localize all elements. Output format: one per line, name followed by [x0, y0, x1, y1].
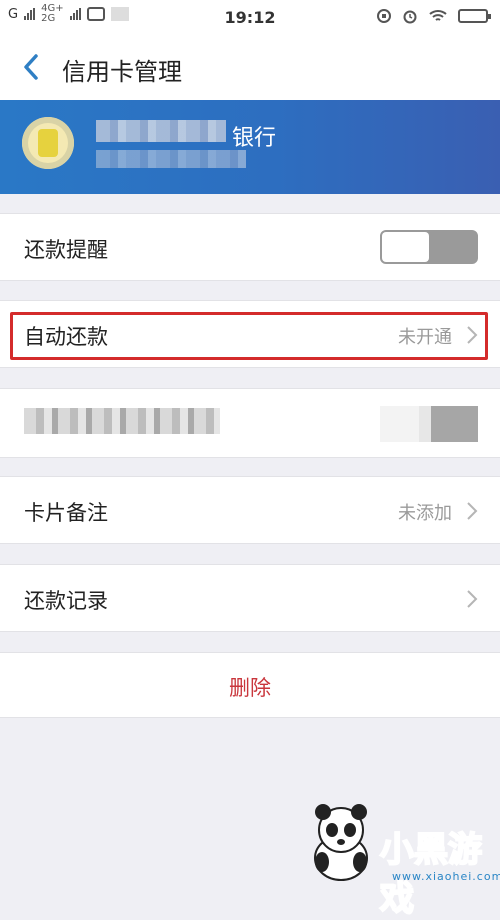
reminder-label: 还款提醒 [24, 238, 108, 262]
records-row[interactable]: 还款记录 [0, 564, 500, 632]
toggle-knob [382, 232, 429, 262]
chevron-right-icon [466, 501, 478, 521]
panda-logo-icon [314, 804, 368, 881]
bank-name-suffix: 银行 [232, 126, 277, 151]
rotation-lock-icon [377, 9, 391, 23]
wifi-icon [429, 10, 447, 21]
bank-logo [22, 117, 74, 169]
card-note-row[interactable]: 卡片备注 未添加 [0, 476, 500, 544]
back-button[interactable] [14, 50, 48, 84]
delete-button[interactable]: 删除 [0, 652, 500, 718]
reminder-row: 还款提醒 [0, 213, 500, 281]
battery-icon [458, 9, 491, 23]
bank-name-redacted [96, 120, 226, 142]
redacted-label [24, 408, 220, 434]
page-title: 信用卡管理 [62, 58, 182, 86]
redacted-toggle[interactable] [380, 406, 478, 442]
card-note-status: 未添加 [398, 503, 452, 524]
alarm-icon [403, 10, 417, 24]
chevron-left-icon [24, 54, 38, 80]
app-header: 信用卡管理 [0, 34, 500, 100]
highlight-annotation [10, 312, 488, 360]
status-bar: G 4G+ 2G 19:12 [0, 0, 500, 34]
card-number-redacted [96, 150, 246, 168]
watermark-url: www.xiaohei.com [392, 870, 500, 883]
reminder-toggle[interactable] [380, 230, 478, 264]
chevron-right-icon [466, 589, 478, 609]
delete-label: 删除 [229, 676, 271, 700]
card-note-label: 卡片备注 [24, 501, 108, 525]
records-label: 还款记录 [24, 589, 108, 613]
